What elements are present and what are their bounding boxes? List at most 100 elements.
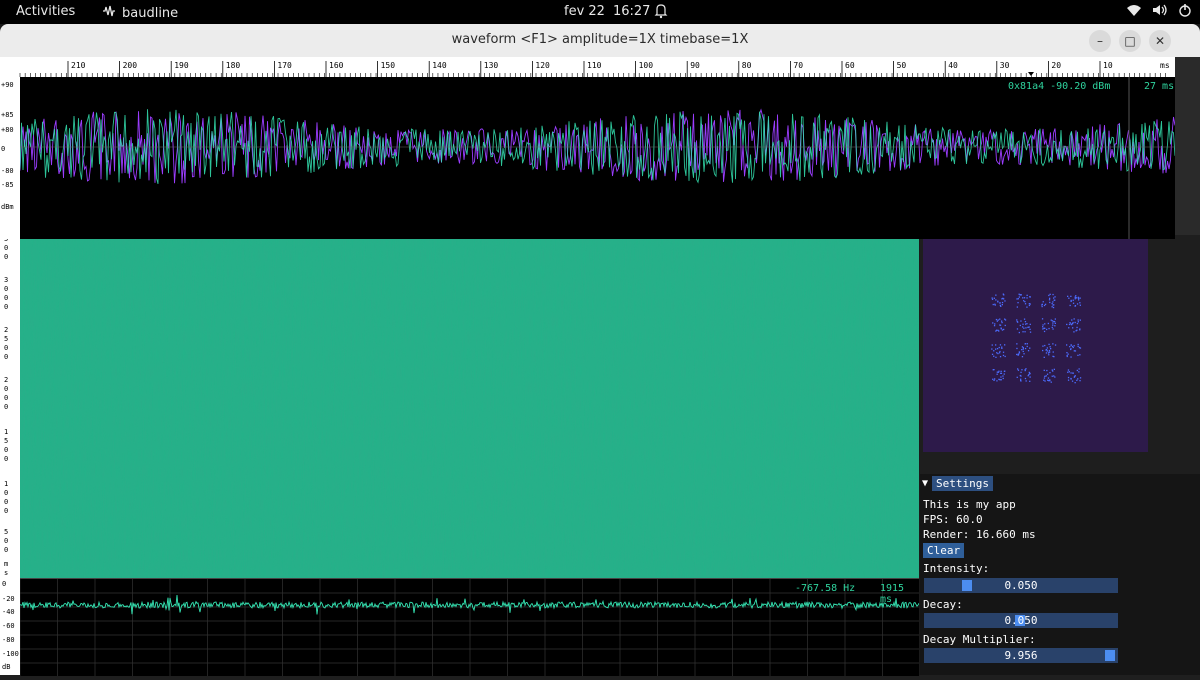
y-tick-label: +85	[1, 111, 14, 119]
constellation-point	[1042, 301, 1044, 303]
constellation-point	[1069, 346, 1071, 348]
constellation-point	[1048, 294, 1050, 297]
slider-value: 9.956	[1004, 649, 1038, 662]
y-tick-label: -80	[1, 167, 14, 175]
minimize-button[interactable]: –	[1089, 30, 1111, 52]
time-ruler[interactable]: 210 200 190 180 170 160 150 140 130 120 110 100 90 80…	[0, 57, 1175, 78]
waveform-trace	[19, 77, 1176, 239]
ruler-label: 150	[381, 61, 396, 70]
constellation-point	[1018, 296, 1020, 298]
constellation-point	[1075, 330, 1077, 332]
constellation-point	[993, 325, 996, 327]
y-tick-label: -80	[2, 636, 15, 644]
constellation-point	[1071, 319, 1073, 321]
constellation-point	[1025, 323, 1027, 325]
constellation-point	[1003, 370, 1006, 372]
constellation-point	[1042, 326, 1044, 328]
constellation-point	[1020, 375, 1022, 377]
render-text: Render: 16.660 ms	[923, 528, 1036, 541]
collapse-triangle-icon[interactable]: ▼	[922, 478, 928, 489]
constellation-point	[1054, 318, 1056, 320]
constellation-point	[994, 304, 996, 306]
decay-label: Decay:	[923, 598, 963, 611]
close-button[interactable]: ✕	[1149, 30, 1171, 52]
constellation-point	[1022, 350, 1024, 353]
constellation-point	[997, 352, 999, 355]
constellation-point	[993, 350, 995, 352]
constellation-point	[1044, 323, 1046, 325]
constellation-point	[995, 344, 997, 346]
constellation-point	[1070, 344, 1072, 346]
constellation-point	[1001, 301, 1004, 304]
constellation-point	[1026, 343, 1028, 345]
constellation-point	[1016, 319, 1018, 321]
intensity-slider[interactable]: 0.050	[924, 578, 1118, 593]
decay-multiplier-slider[interactable]: 9.956	[924, 648, 1118, 663]
constellation-point	[1052, 351, 1054, 353]
constellation-point	[1054, 299, 1056, 301]
constellation-plot[interactable]	[923, 228, 1148, 452]
constellation-point	[999, 318, 1001, 320]
constellation-point	[1024, 303, 1027, 305]
constellation-point	[999, 350, 1001, 353]
constellation-point	[1070, 372, 1072, 374]
constellation-point	[999, 344, 1002, 346]
constellation-point	[1029, 323, 1031, 325]
constellation-point	[1004, 355, 1006, 358]
constellation-point	[1022, 297, 1024, 299]
constellation-point	[999, 356, 1002, 358]
y-tick-label: -40	[2, 608, 15, 616]
constellation-point	[1045, 375, 1047, 377]
bell-icon[interactable]	[654, 3, 668, 23]
constellation-point	[1077, 378, 1079, 380]
constellation-point	[1046, 347, 1048, 349]
constellation-point	[997, 329, 999, 331]
constellation-point	[1047, 379, 1049, 381]
y-tick-label: 1 0 0 0	[4, 480, 9, 515]
constellation-point	[1077, 297, 1080, 300]
constellation-point	[1074, 321, 1076, 324]
constellation-point	[1043, 356, 1045, 358]
window-title: waveform <F1> amplitude=1X timebase=1X	[451, 32, 749, 47]
constellation-point	[1042, 345, 1044, 347]
constellation-point	[998, 352, 1001, 354]
constellation-point	[1029, 380, 1031, 382]
constellation-point	[1078, 299, 1080, 301]
constellation-point	[1051, 326, 1053, 329]
constellation-point	[992, 303, 994, 306]
constellation-point	[1067, 369, 1070, 371]
y-tick-label: 0	[1, 145, 6, 153]
clock[interactable]: fev 22 16:27	[564, 4, 650, 19]
settings-header[interactable]: ▼ Settings	[922, 475, 994, 491]
ruler-label: 190	[174, 61, 189, 70]
constellation-point	[1044, 375, 1046, 377]
y-tick-label: +90	[1, 81, 14, 89]
constellation-point	[1017, 368, 1019, 370]
activities-button[interactable]: Activities	[16, 4, 75, 19]
clear-button[interactable]: Clear	[923, 543, 965, 558]
constellation-point	[1047, 377, 1050, 379]
y-unit-label: m s	[4, 560, 9, 577]
constellation-point	[1051, 375, 1053, 377]
constellation-point	[1028, 326, 1030, 328]
system-top-bar: Activities baudline fev 22 16:27	[0, 0, 1200, 24]
system-tray[interactable]	[1126, 3, 1192, 21]
constellation-point	[1068, 371, 1070, 373]
waveform-plot[interactable]: 0x81a4 -90.20 dBm 27 ms	[19, 77, 1176, 239]
spectrogram-display[interactable]	[20, 214, 919, 578]
constellation-point	[1028, 304, 1031, 307]
app-menu[interactable]: baudline	[102, 4, 178, 22]
slider-value: 0.050	[1004, 579, 1038, 592]
constellation-point	[1054, 344, 1057, 346]
value-readout: 0x81a4 -90.20 dBm	[1008, 81, 1111, 92]
decay-slider[interactable]: 0.050	[924, 613, 1118, 628]
constellation-point	[996, 352, 998, 354]
spectrum-trace	[19, 579, 921, 676]
waveform-titlebar[interactable]: waveform <F1> amplitude=1X timebase=1X –…	[0, 24, 1200, 58]
constellation-point	[995, 294, 997, 296]
constellation-point	[1018, 331, 1020, 334]
constellation-point	[1072, 302, 1075, 304]
constellation-point	[1070, 300, 1072, 302]
maximize-button[interactable]: □	[1119, 30, 1141, 52]
spectrum-plot[interactable]: -767.58 Hz 1915 ms	[19, 578, 921, 676]
